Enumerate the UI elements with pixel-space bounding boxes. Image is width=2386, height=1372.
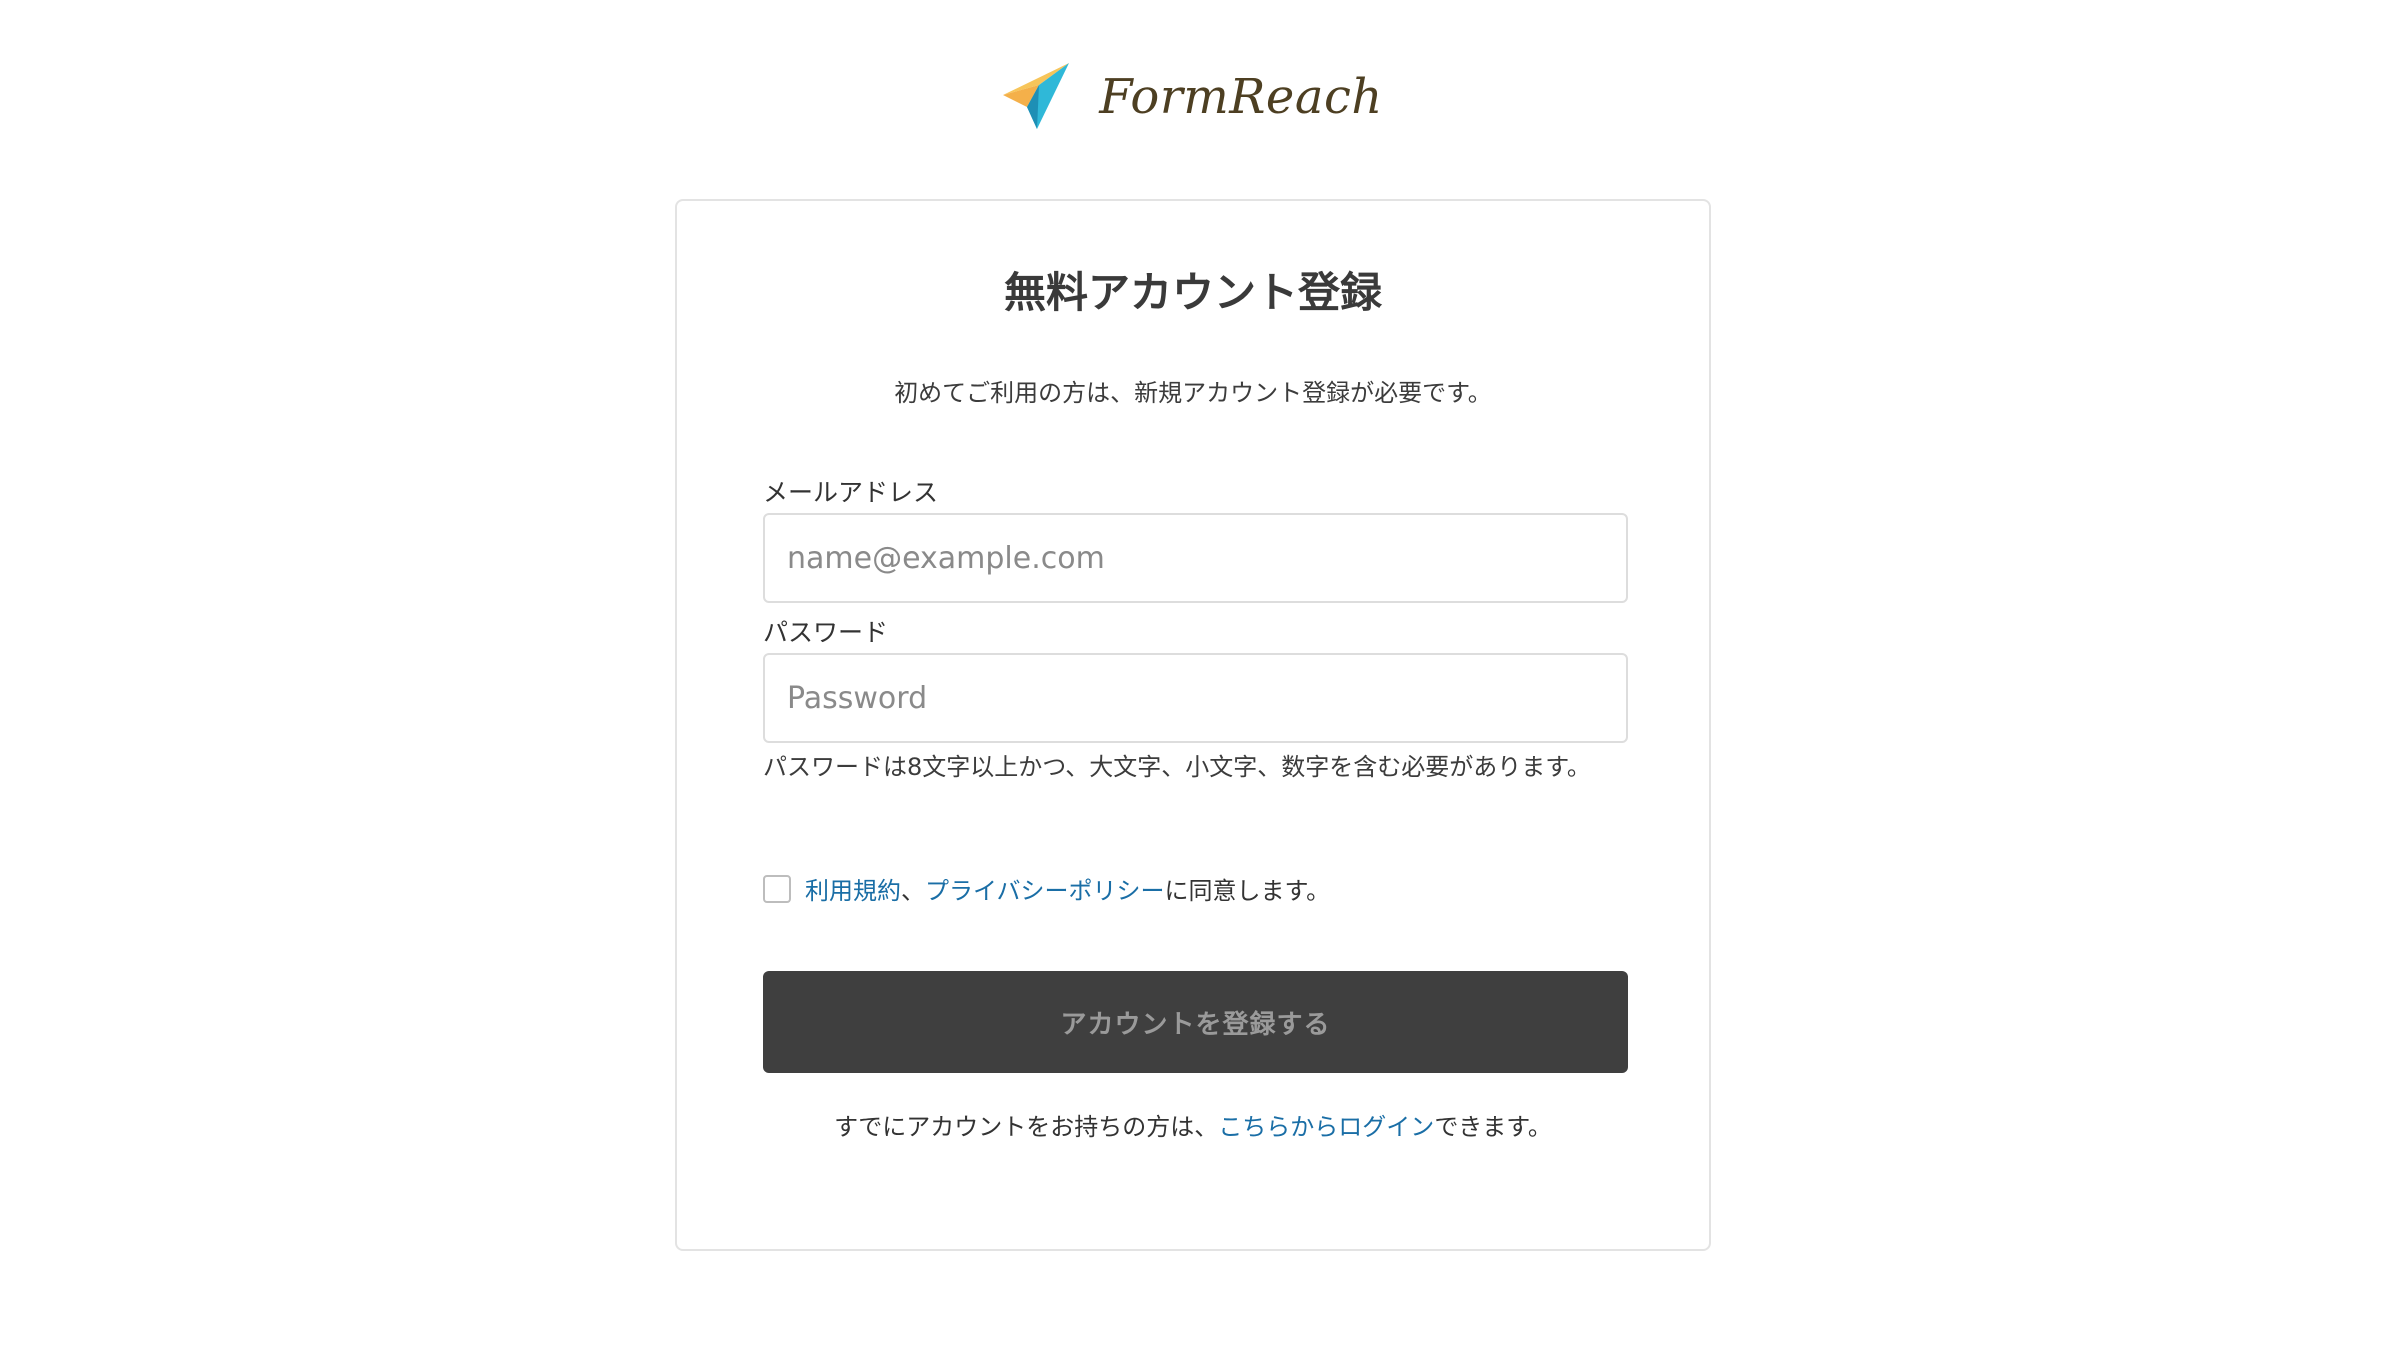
register-button[interactable]: アカウントを登録する (763, 971, 1628, 1073)
login-link[interactable]: こちらからログイン (1218, 1113, 1434, 1141)
brand-header: FormReach (0, 60, 2386, 134)
password-field[interactable] (763, 653, 1628, 743)
agree-suffix: に同意します。 (1164, 877, 1331, 905)
password-label: パスワード (763, 618, 889, 647)
page-subtitle: 初めてご利用の方は、新規アカウント登録が必要です。 (894, 379, 1492, 407)
login-prefix: すでにアカウントをお持ちの方は、 (834, 1113, 1219, 1141)
agree-row: 利用規約 、 プライバシーポリシー に同意します。 (763, 871, 1330, 906)
page: FormReach 無料アカウント登録 初めてご利用の方は、新規アカウント登録が… (0, 0, 2386, 1372)
brand-logo-link[interactable]: FormReach (1003, 63, 1383, 131)
login-prompt: すでにアカウントをお持ちの方は、こちらからログインできます。 (677, 1107, 1709, 1142)
signup-card: 無料アカウント登録 初めてご利用の方は、新規アカウント登録が必要です。 メールア… (675, 199, 1711, 1251)
email-label: メールアドレス (763, 478, 939, 507)
agree-separator: 、 (901, 877, 925, 905)
privacy-policy-link[interactable]: プライバシーポリシー (925, 871, 1165, 906)
password-help-text: パスワードは8文字以上かつ、大文字、小文字、数字を含む必要があります。 (763, 753, 1591, 781)
paper-plane-logo-icon (1003, 63, 1070, 129)
terms-link[interactable]: 利用規約 (805, 871, 901, 906)
brand-name: FormReach (1099, 69, 1383, 125)
email-field[interactable] (763, 513, 1628, 603)
page-title: 無料アカウント登録 (1003, 268, 1382, 317)
login-suffix: できます。 (1434, 1113, 1552, 1141)
agree-checkbox[interactable] (763, 874, 791, 903)
